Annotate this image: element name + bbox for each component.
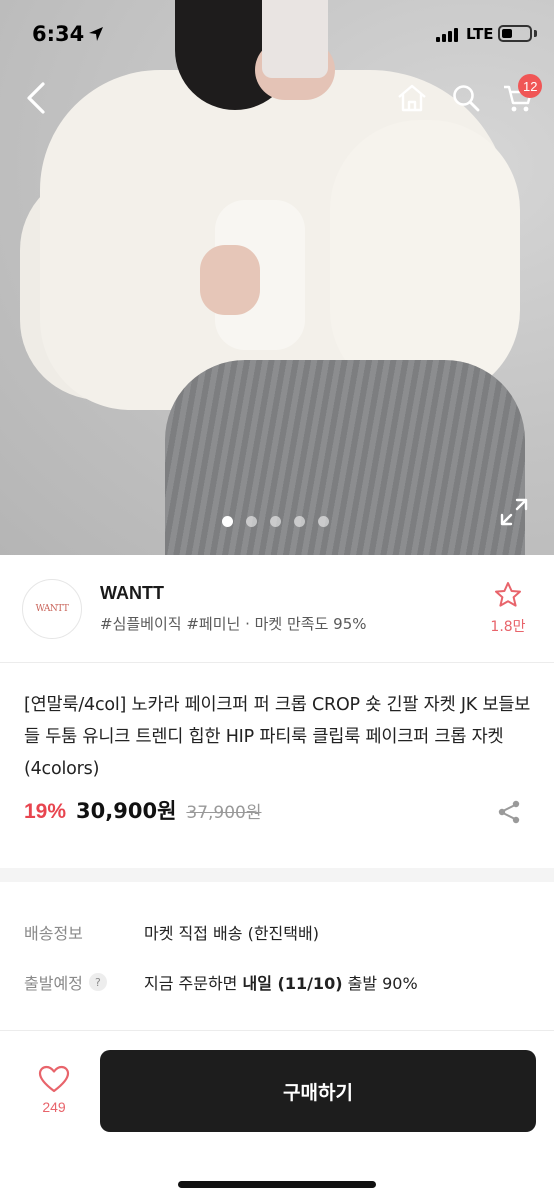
battery-icon: [498, 25, 532, 42]
like-count: 249: [42, 1099, 66, 1115]
star-icon: [495, 582, 521, 607]
gallery-dot[interactable]: [222, 516, 233, 527]
search-icon: [453, 85, 480, 112]
dispatch-label-group: 출발예정 ?: [24, 970, 144, 994]
dispatch-prefix: 지금 주문하면: [144, 974, 243, 993]
dispatch-date: 내일 (11/10): [242, 974, 343, 993]
expand-icon[interactable]: [498, 496, 530, 528]
battery-tip: [534, 30, 537, 37]
heart-icon: [38, 1065, 70, 1093]
delivery-value: 마켓 직접 배송 (한진택배): [144, 924, 319, 943]
dispatch-suffix: 출발 90%: [342, 974, 418, 993]
bottom-action-bar: 249 구매하기: [0, 1030, 554, 1200]
seller-logo-text: WANTT: [35, 604, 69, 614]
share-icon[interactable]: [496, 799, 522, 825]
home-button[interactable]: [392, 78, 432, 118]
status-bar: 6:34 LTE: [0, 0, 554, 64]
section-divider: [0, 868, 554, 882]
dispatch-label: 출발예정: [24, 974, 83, 993]
like-button[interactable]: 249: [24, 1065, 84, 1115]
seller-logo[interactable]: WANTT: [22, 579, 82, 639]
discount-rate: 19%: [24, 800, 67, 823]
image-hand-lower: [200, 245, 260, 315]
seller-favorite-button[interactable]: 1.8만: [486, 581, 530, 641]
price-row: 19% 30,900원 37,900원: [24, 795, 262, 825]
chevron-left-icon: [27, 82, 45, 114]
signal-icon: [436, 28, 458, 42]
image-pants: [165, 360, 525, 555]
original-price: 37,900원: [186, 803, 262, 823]
gallery-dot[interactable]: [318, 516, 329, 527]
buy-button[interactable]: 구매하기: [100, 1050, 536, 1132]
sale-price: 30,900원: [76, 799, 177, 823]
shipping-info: 배송정보 마켓 직접 배송 (한진택배) 출발예정 ? 지금 주문하면 내일 (…: [0, 882, 554, 1042]
back-button[interactable]: [16, 78, 56, 118]
delivery-row: 배송정보 마켓 직접 배송 (한진택배): [24, 920, 319, 944]
dispatch-row: 출발예정 ? 지금 주문하면 내일 (11/10) 출발 90%: [24, 970, 418, 994]
gallery-dot[interactable]: [270, 516, 281, 527]
seller-name[interactable]: WANTT: [100, 583, 164, 604]
dispatch-value: 지금 주문하면 내일 (11/10) 출발 90%: [144, 970, 418, 994]
image-jacket-right: [330, 120, 520, 400]
network-label: LTE: [466, 25, 494, 43]
seller-tags: #심플베이직 #페미닌 · 마켓 만족도 95%: [100, 615, 367, 633]
product-title: [연말룩/4col] 노카라 페이크퍼 퍼 크롭 CROP 숏 긴팔 자켓 JK…: [24, 695, 531, 779]
seller-favorite-count: 1.8만: [490, 619, 526, 635]
search-button[interactable]: [446, 78, 486, 118]
location-arrow-icon: [89, 27, 103, 41]
gallery-pagination[interactable]: [222, 516, 329, 527]
status-time: 6:34: [32, 22, 85, 46]
delivery-label: 배송정보: [24, 924, 83, 943]
gallery-dot[interactable]: [246, 516, 257, 527]
help-icon[interactable]: ?: [88, 973, 107, 991]
gallery-dot[interactable]: [294, 516, 305, 527]
seller-section[interactable]: WANTT WANTT #심플베이직 #페미닌 · 마켓 만족도 95% 1.8…: [0, 555, 554, 663]
home-icon: [398, 84, 426, 112]
home-indicator: [178, 1181, 376, 1188]
product-info: [연말룩/4col] 노카라 페이크퍼 퍼 크롭 CROP 숏 긴팔 자켓 JK…: [0, 663, 554, 868]
